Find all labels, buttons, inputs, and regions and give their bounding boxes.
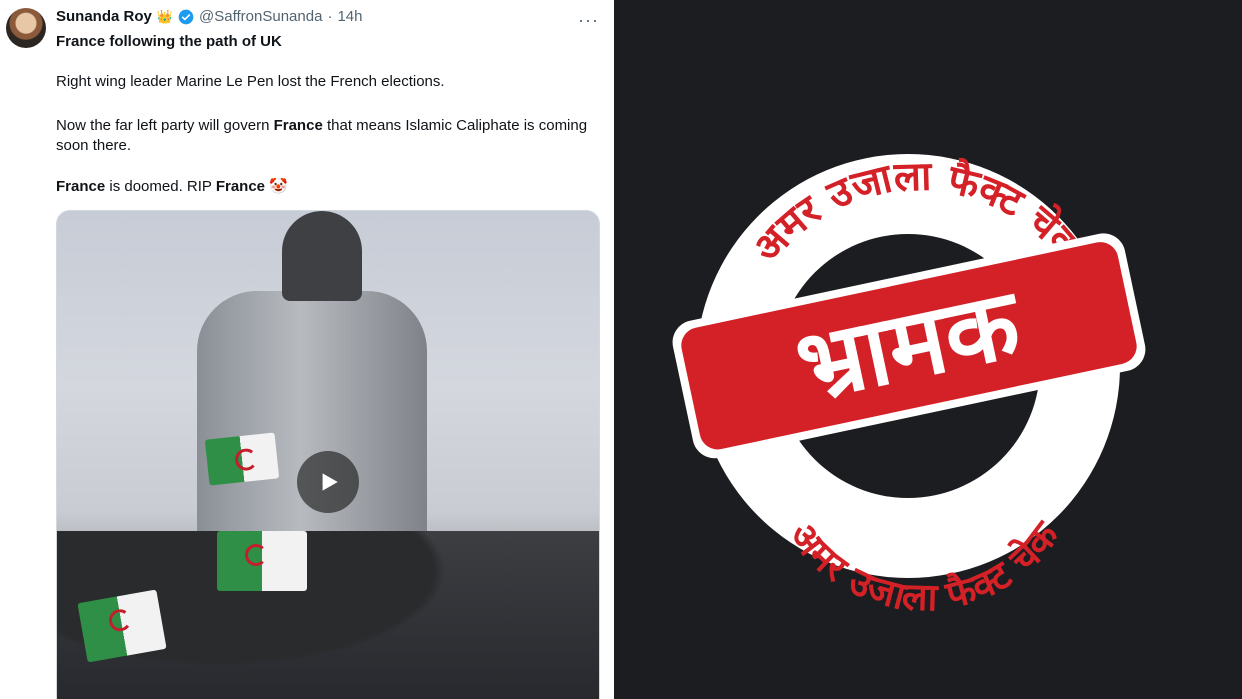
- author-name[interactable]: Sunanda Roy: [56, 8, 152, 25]
- p2-bold-france: France: [273, 117, 323, 134]
- play-button[interactable]: [297, 451, 359, 513]
- tweet-headline: France following the path of UK: [56, 33, 282, 50]
- monument-column: [197, 291, 427, 561]
- p3-bold-france-1: France: [56, 178, 106, 195]
- avatar[interactable]: [6, 8, 46, 48]
- crown-emoji: 👑: [156, 8, 174, 24]
- p3-text: is doomed. RIP: [105, 178, 216, 195]
- author-handle[interactable]: @SaffronSunanda: [199, 8, 322, 25]
- flag-image: [204, 432, 280, 486]
- tweet-paragraph-2: Now the far left party will govern Franc…: [56, 116, 596, 156]
- tweet-timestamp[interactable]: 14h: [337, 8, 362, 25]
- tweet-header: Sunanda Roy 👑 @SaffronSunanda · 14h: [56, 8, 362, 25]
- tweet-paragraph-1: Right wing leader Marine Le Pen lost the…: [56, 73, 445, 90]
- play-icon: [322, 473, 338, 491]
- p3-bold-france-2: France: [215, 178, 266, 195]
- separator-dot: ·: [327, 8, 333, 25]
- more-icon[interactable]: ···: [578, 10, 599, 31]
- fact-check-panel: अमर उजाला फैक्ट चेक अमर उजाला फैक्ट चेक …: [614, 0, 1242, 699]
- p2-text-1: Now the far left party will govern: [56, 117, 274, 134]
- tweet-video[interactable]: [56, 210, 600, 699]
- verified-badge-icon: [178, 9, 194, 24]
- tweet-paragraph-3: France is doomed. RIP France 🤡: [56, 177, 596, 197]
- flag-image: [217, 531, 307, 591]
- monument-statue: [282, 211, 362, 301]
- tweet-card: Sunanda Roy 👑 @SaffronSunanda · 14h ··· …: [0, 0, 614, 699]
- clown-emoji: 🤡: [269, 178, 288, 195]
- fact-check-stamp: अमर उजाला फैक्ट चेक अमर उजाला फैक्ट चेक …: [672, 154, 1146, 619]
